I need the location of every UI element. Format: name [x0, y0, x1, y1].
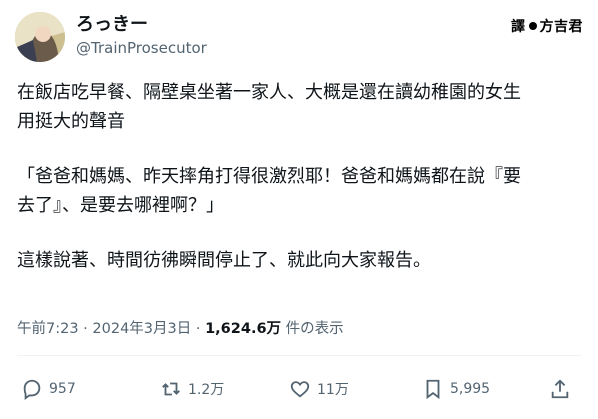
bookmark-button[interactable]: 5,995 — [422, 376, 490, 402]
tweet-text-line: 這樣說著、時間彷彿瞬間停止了、就此向大家報告。 — [17, 250, 431, 271]
tweet-text-line: 在飯店吃早餐、隔壁桌坐著一家人、大概是還在讀幼稚園的女生 — [17, 82, 521, 103]
retweet-icon — [162, 382, 180, 396]
reply-button[interactable]: 957 — [21, 376, 76, 402]
heart-icon — [290, 381, 310, 398]
share-icon — [551, 379, 569, 399]
tweet-text-line: 去了』、是要去哪裡啊？」 — [17, 195, 224, 216]
user-names: ろっきー @TrainProsecutor — [76, 13, 207, 59]
watermark-left: 譯 — [511, 19, 526, 35]
like-count: 11万 — [317, 382, 349, 398]
retweet-button[interactable]: 1.2万 — [160, 376, 224, 402]
tweet-text-line: 用挺大的聲音 — [17, 111, 125, 132]
divider — [17, 355, 581, 356]
bookmark-icon — [426, 379, 440, 400]
reply-icon — [23, 379, 41, 400]
tweet-actions: 957 1.2万 11万 5,995 — [17, 376, 581, 402]
view-count[interactable]: 1,624.6万 — [205, 321, 281, 337]
user-handle[interactable]: @TrainProsecutor — [76, 37, 207, 59]
watermark-dot-icon — [528, 22, 537, 30]
like-button[interactable]: 11万 — [289, 376, 349, 402]
tweet-text: 在飯店吃早餐、隔壁桌坐著一家人、大概是還在讀幼稚園的女生 用挺大的聲音 「爸爸和… — [17, 78, 587, 275]
bookmark-count: 5,995 — [450, 381, 491, 397]
avatar[interactable] — [15, 12, 65, 62]
tweet-date[interactable]: 2024年3月3日 — [92, 321, 191, 337]
reply-count: 957 — [49, 381, 76, 397]
meta-separator: · — [83, 321, 88, 337]
watermark-right: 方吉君 — [539, 19, 583, 35]
tweet-header: ろっきー @TrainProsecutor 譯方吉君 — [15, 10, 585, 64]
meta-separator: · — [195, 321, 201, 337]
tweet-time[interactable]: 午前7:23 — [17, 321, 79, 337]
display-name[interactable]: ろっきー — [76, 13, 207, 37]
tweet-meta: 午前7:23 · 2024年3月3日 · 1,624.6万 件の表示 — [17, 317, 344, 338]
view-label: 件の表示 — [285, 321, 344, 337]
tweet-text-line: 「爸爸和媽媽、昨天摔角打得很激烈耶！爸爸和媽媽都在說『要 — [17, 166, 521, 187]
retweet-count: 1.2万 — [188, 382, 225, 398]
translator-watermark: 譯方吉君 — [511, 16, 583, 36]
share-button[interactable] — [549, 376, 571, 402]
